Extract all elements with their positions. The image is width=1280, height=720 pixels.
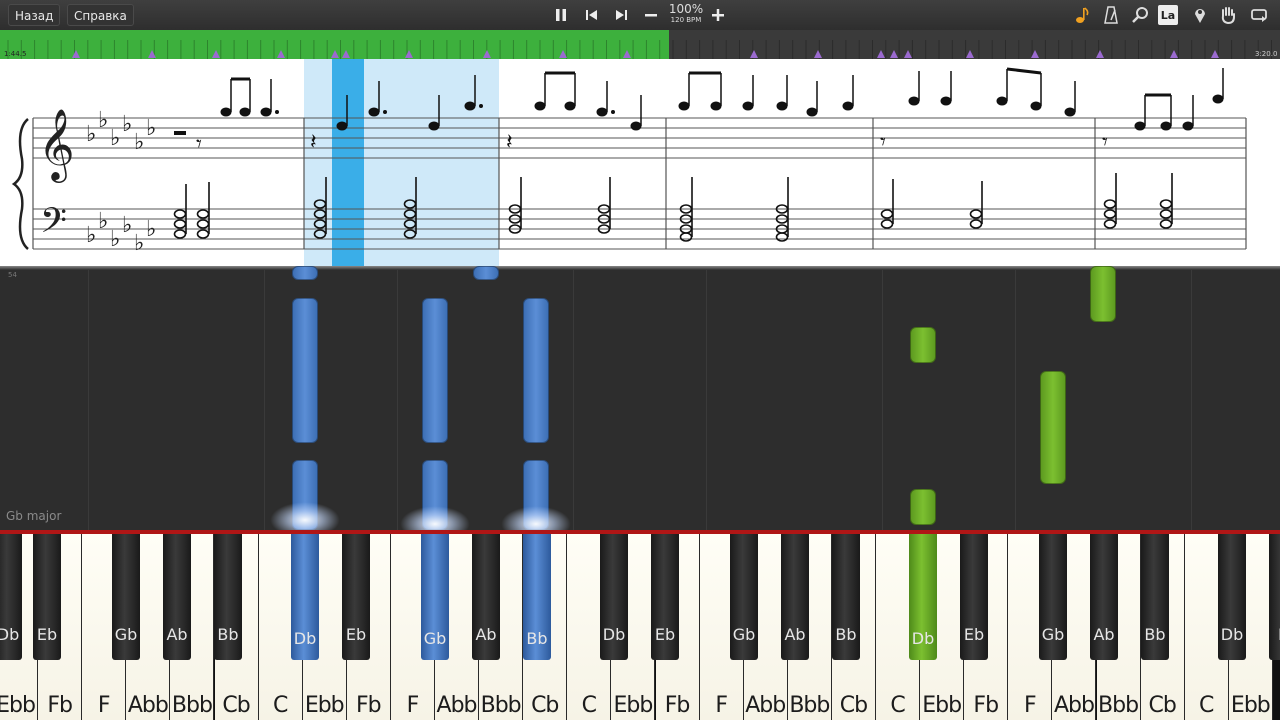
svg-text:𝄽: 𝄽	[506, 130, 513, 155]
falling-note	[1040, 371, 1066, 484]
falling-note	[473, 266, 499, 280]
loop-icon[interactable]	[1248, 4, 1270, 26]
timeline-marker	[1170, 50, 1178, 58]
svg-text:♭: ♭	[86, 223, 96, 248]
timeline-marker	[212, 50, 220, 58]
svg-text:𝄾: 𝄾	[880, 130, 886, 155]
black-key[interactable]: Db	[600, 534, 628, 660]
svg-text:♭: ♭	[134, 231, 144, 256]
current-time: 1:44.5	[4, 50, 27, 58]
black-key[interactable]: Ab	[163, 534, 191, 660]
timeline-marker	[277, 50, 285, 58]
falling-note	[910, 327, 936, 363]
black-key[interactable]: Ab	[1090, 534, 1118, 660]
svg-text:♭: ♭	[146, 217, 156, 242]
song-timeline[interactable]: 1:44.5 3:20.0	[0, 30, 1280, 59]
zoom-level: 100% 120 BPM	[668, 3, 704, 24]
black-key[interactable]: Gb	[1039, 534, 1067, 660]
search-icon[interactable]	[1129, 4, 1151, 26]
timeline-marker	[904, 50, 912, 58]
black-key[interactable]: Ab	[472, 534, 500, 660]
bass-clef: 𝄢	[40, 200, 67, 249]
svg-text:♭: ♭	[134, 130, 144, 155]
timeline-marker	[483, 50, 491, 58]
timeline-marker	[331, 50, 339, 58]
svg-text:♭: ♭	[98, 108, 108, 133]
timeline-marker	[405, 50, 413, 58]
total-time: 3:20.0	[1255, 50, 1278, 58]
svg-text:♭: ♭	[146, 116, 156, 141]
black-key[interactable]: Eb	[33, 534, 61, 660]
svg-text:♭: ♭	[122, 112, 132, 137]
black-key-pressed[interactable]: Bb	[523, 534, 551, 660]
timeline-marker	[966, 50, 974, 58]
rewind-icon[interactable]	[581, 4, 603, 26]
black-key-pressed[interactable]: Gb	[421, 534, 449, 660]
svg-text:𝄾: 𝄾	[196, 132, 202, 157]
bass-staff	[33, 208, 1246, 250]
treble-clef: 𝄞	[38, 107, 75, 183]
svg-text:♭: ♭	[110, 126, 120, 151]
timeline-marker	[877, 50, 885, 58]
marker-icon[interactable]	[1189, 4, 1211, 26]
black-key-pressed[interactable]: Db	[909, 534, 937, 660]
forward-icon[interactable]	[610, 4, 632, 26]
black-key[interactable]: Eb	[651, 534, 679, 660]
playhead-highlight	[332, 59, 364, 266]
svg-text:𝄽: 𝄽	[310, 130, 317, 155]
timeline-marker	[890, 50, 898, 58]
timeline-marker	[750, 50, 758, 58]
label-icon[interactable]: La	[1158, 5, 1178, 25]
black-key[interactable]: E	[1269, 534, 1280, 660]
score-svg: 𝄞 𝄢 ♭♭♭ ♭♭♭ ♭♭♭ ♭♭♭ 𝄾 𝄽 𝄽 𝄾 𝄾	[11, 59, 1247, 266]
measure-number: 54	[8, 271, 17, 279]
falling-note	[910, 489, 936, 525]
svg-text:♭: ♭	[122, 213, 132, 238]
timeline-marker	[1096, 50, 1104, 58]
falling-notes-area	[0, 266, 1280, 542]
svg-text:𝄾: 𝄾	[1102, 130, 1108, 155]
metronome-icon[interactable]	[1100, 4, 1122, 26]
zoom-out-icon[interactable]	[640, 4, 662, 26]
timeline-markers	[7, 40, 1272, 59]
hand-icon[interactable]	[1217, 4, 1239, 26]
black-key[interactable]: Eb	[960, 534, 988, 660]
piano-keyboard[interactable]: Ebb Fb F Abb Bbb Cb C Ebb Fb F Abb Bbb Cb C Ebb Fb F Abb B…	[0, 534, 1280, 720]
black-key[interactable]: Eb	[342, 534, 370, 660]
zoom-in-icon[interactable]	[707, 4, 729, 26]
svg-text:♭: ♭	[98, 209, 108, 234]
zoom-percent: 100%	[668, 2, 704, 16]
key-signature-label: Gb major	[6, 509, 62, 523]
grand-staff-brace	[11, 118, 29, 250]
black-key-pressed[interactable]: Db	[291, 534, 319, 660]
timeline-marker	[559, 50, 567, 58]
timeline-marker	[814, 50, 822, 58]
sheet-music[interactable]: 𝄞 𝄢 ♭ ♭ ♭ ♭ ♭ ♭ ♭ ♭ ♭ ♭ ♭ ♭ 𝄾 𝄽 𝄽 𝄾 𝄾	[0, 59, 1280, 266]
note-icon[interactable]	[1071, 4, 1093, 26]
tempo-label: 120 BPM	[670, 16, 702, 24]
top-toolbar: Назад Справка 100% 120 BPM La	[0, 0, 1280, 30]
svg-text:♭: ♭	[86, 122, 96, 147]
falling-note	[1090, 266, 1116, 322]
synthesia-window: Назад Справка 100% 120 BPM La 1:44.5 3:2…	[0, 0, 1280, 720]
timeline-marker	[72, 50, 80, 58]
black-key[interactable]: Bb	[214, 534, 242, 660]
back-button[interactable]: Назад	[8, 4, 61, 26]
black-key[interactable]: Gb	[112, 534, 140, 660]
timeline-marker	[342, 50, 350, 58]
falling-note	[422, 298, 448, 443]
help-button[interactable]: Справка	[67, 4, 134, 26]
svg-text:♭: ♭	[110, 227, 120, 252]
timeline-marker	[623, 50, 631, 58]
black-key[interactable]: Ab	[781, 534, 809, 660]
black-key[interactable]: Bb	[832, 534, 860, 660]
black-key[interactable]: Db	[1218, 534, 1246, 660]
black-key[interactable]: Db	[0, 534, 22, 660]
pause-icon[interactable]	[550, 4, 572, 26]
black-key[interactable]: Bb	[1141, 534, 1169, 660]
falling-note	[292, 298, 318, 443]
falling-note	[292, 266, 318, 280]
black-key[interactable]: Gb	[730, 534, 758, 660]
falling-note	[523, 298, 549, 443]
